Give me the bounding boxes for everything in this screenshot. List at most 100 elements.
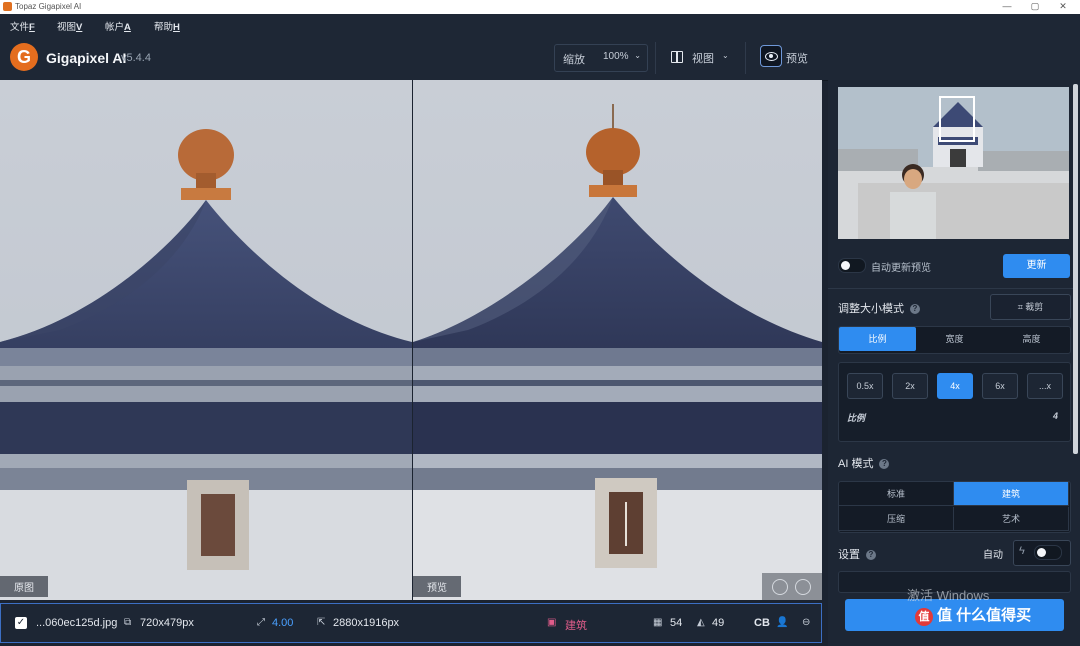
tab-height[interactable]: 高度	[993, 327, 1070, 351]
auto-settings-control[interactable]: ϟ	[1013, 540, 1071, 566]
ai-mode-heading: AI 模式?	[838, 455, 890, 471]
navigator-thumbnail[interactable]	[838, 87, 1069, 239]
menu-view-key: V	[76, 22, 83, 33]
help-icon[interactable]: ?	[879, 459, 890, 470]
section-divider	[828, 288, 1073, 289]
output-size-icon: ⇱	[317, 617, 326, 628]
crop-label: 裁剪	[1025, 302, 1044, 312]
file-select-checkbox[interactable]: ✓	[15, 617, 27, 629]
blur-icon: ◭	[697, 617, 705, 628]
zoom-dropdown[interactable]: 缩放 100% ⌄	[554, 44, 648, 72]
resize-mode-heading: 调整大小模式?	[838, 300, 920, 316]
preview-toggle-button[interactable]	[760, 45, 782, 67]
chevron-down-icon: ⌄	[722, 51, 729, 60]
ai-mode-art[interactable]: 艺术	[954, 507, 1069, 531]
menu-view-label: 视图	[57, 22, 77, 33]
ai-mode-label: AI 模式	[838, 458, 874, 470]
zoom-value: 100%	[603, 51, 629, 62]
noise-value: 54	[670, 617, 683, 629]
ai-mode-grid: 标准 建筑 压缩 艺术	[838, 481, 1071, 533]
menu-file-label: 文件	[10, 22, 30, 33]
scale-value-field[interactable]: 4	[1053, 411, 1058, 421]
site-watermark: 值值 什么值得买	[915, 604, 1031, 626]
original-label: 原图	[0, 576, 48, 597]
activation-watermark: 激活 Windows	[907, 588, 990, 603]
menu-account[interactable]: 帐户A	[105, 19, 131, 33]
input-size: 720x479px	[140, 617, 194, 629]
remove-icon[interactable]: ⊖	[802, 617, 810, 628]
preview-image	[413, 80, 822, 600]
ai-mode-architecture[interactable]: 建筑	[954, 482, 1069, 506]
app-name: Gigapixel AI	[46, 50, 127, 66]
scale-option-6x[interactable]: 6x	[982, 373, 1018, 399]
menu-help-key: H	[173, 22, 180, 33]
site-logo-icon: 值	[915, 608, 933, 626]
chevron-down-icon: ⌄	[634, 51, 641, 60]
maximize-button[interactable]: ▢	[1028, 1, 1042, 12]
frown-icon[interactable]	[795, 579, 811, 595]
menu-bar: 文件F 视图V 帐户A 帮助H	[0, 14, 1080, 36]
help-icon[interactable]: ?	[866, 550, 876, 561]
image-stage[interactable]: 原图 预览	[0, 80, 822, 600]
menu-view[interactable]: 视图V	[57, 19, 82, 33]
face-recovery-icon[interactable]: 👤	[776, 617, 788, 628]
blur-value: 49	[712, 617, 725, 629]
crop-button[interactable]: ⌗ 裁剪	[990, 294, 1071, 320]
auto-update-label: 自动更新预览	[871, 263, 931, 274]
menu-help-label: 帮助	[154, 22, 174, 33]
site-watermark-text: 值 什么值得买	[937, 607, 1032, 624]
face-label: CB	[754, 617, 770, 629]
scale-option-2x[interactable]: 2x	[892, 373, 928, 399]
input-size-icon: ⧉	[124, 617, 132, 628]
noise-icon: ▦	[653, 617, 663, 628]
scale-label: 比例	[847, 413, 866, 423]
feedback-area	[762, 573, 822, 600]
preview-pane[interactable]: 预览	[413, 80, 822, 600]
resize-mode-tabs: 比例 宽度 高度	[838, 326, 1071, 354]
original-pane[interactable]: 原图	[0, 80, 412, 600]
viewport-rectangle[interactable]	[939, 96, 975, 142]
view-dropdown[interactable]: 视图 ⌄	[668, 44, 738, 70]
resize-mode-label: 调整大小模式	[838, 303, 904, 315]
scale-value: 4.00	[272, 617, 294, 629]
lightning-icon: ϟ	[1019, 545, 1025, 557]
ai-mode-standard[interactable]: 标准	[839, 482, 954, 506]
minimize-button[interactable]: —	[1000, 1, 1014, 11]
smile-icon[interactable]	[772, 579, 788, 595]
toolbar-divider	[655, 42, 656, 74]
help-icon[interactable]: ?	[910, 304, 920, 315]
zoom-label: 缩放	[563, 54, 585, 66]
split-view-icon	[671, 51, 683, 63]
auto-settings-toggle[interactable]	[1034, 545, 1062, 560]
menu-help[interactable]: 帮助H	[154, 19, 180, 33]
preview-label: 预览	[786, 53, 808, 65]
preview-label: 预览	[413, 576, 461, 597]
window-title: Topaz Gigapixel AI	[15, 2, 82, 11]
tab-scale[interactable]: 比例	[839, 327, 916, 351]
window-titlebar: Topaz Gigapixel AI — ▢ ✕	[0, 0, 1080, 14]
file-status-bar[interactable]: ✓ ...060ec125d.jpg ⧉ 720x479px ⤢ 4.00 ⇱ …	[0, 603, 822, 643]
settings-heading: 设置?	[838, 546, 876, 562]
close-button[interactable]: ✕	[1056, 1, 1070, 12]
app-logo-icon	[3, 2, 12, 11]
app-version: v5.4.4	[121, 52, 151, 64]
menu-file[interactable]: 文件F	[10, 19, 35, 33]
ai-mode-compressed[interactable]: 压缩	[839, 507, 954, 531]
view-label: 视图	[692, 53, 714, 65]
scale-option-4x[interactable]: 4x	[937, 373, 973, 399]
scale-option-custom[interactable]: ...x	[1027, 373, 1063, 399]
menu-account-key: A	[124, 22, 131, 33]
output-size: 2880x1916px	[333, 617, 400, 629]
auto-update-toggle[interactable]	[838, 258, 866, 273]
scale-icon: ⤢	[257, 617, 265, 628]
toolbar-divider	[745, 42, 746, 74]
menu-file-key: F	[29, 22, 35, 33]
scale-option-0-5x[interactable]: 0.5x	[847, 373, 883, 399]
sidebar-scrollbar[interactable]	[1073, 84, 1078, 454]
tab-width[interactable]: 宽度	[916, 327, 993, 351]
original-image	[0, 80, 412, 600]
gigapixel-logo-icon: G	[10, 43, 38, 71]
eye-pupil	[769, 54, 773, 58]
update-button[interactable]: 更新	[1003, 254, 1070, 278]
toolbar: G Gigapixel AI v5.4.4 缩放 100% ⌄ 视图 ⌄ 预览	[0, 36, 1080, 81]
